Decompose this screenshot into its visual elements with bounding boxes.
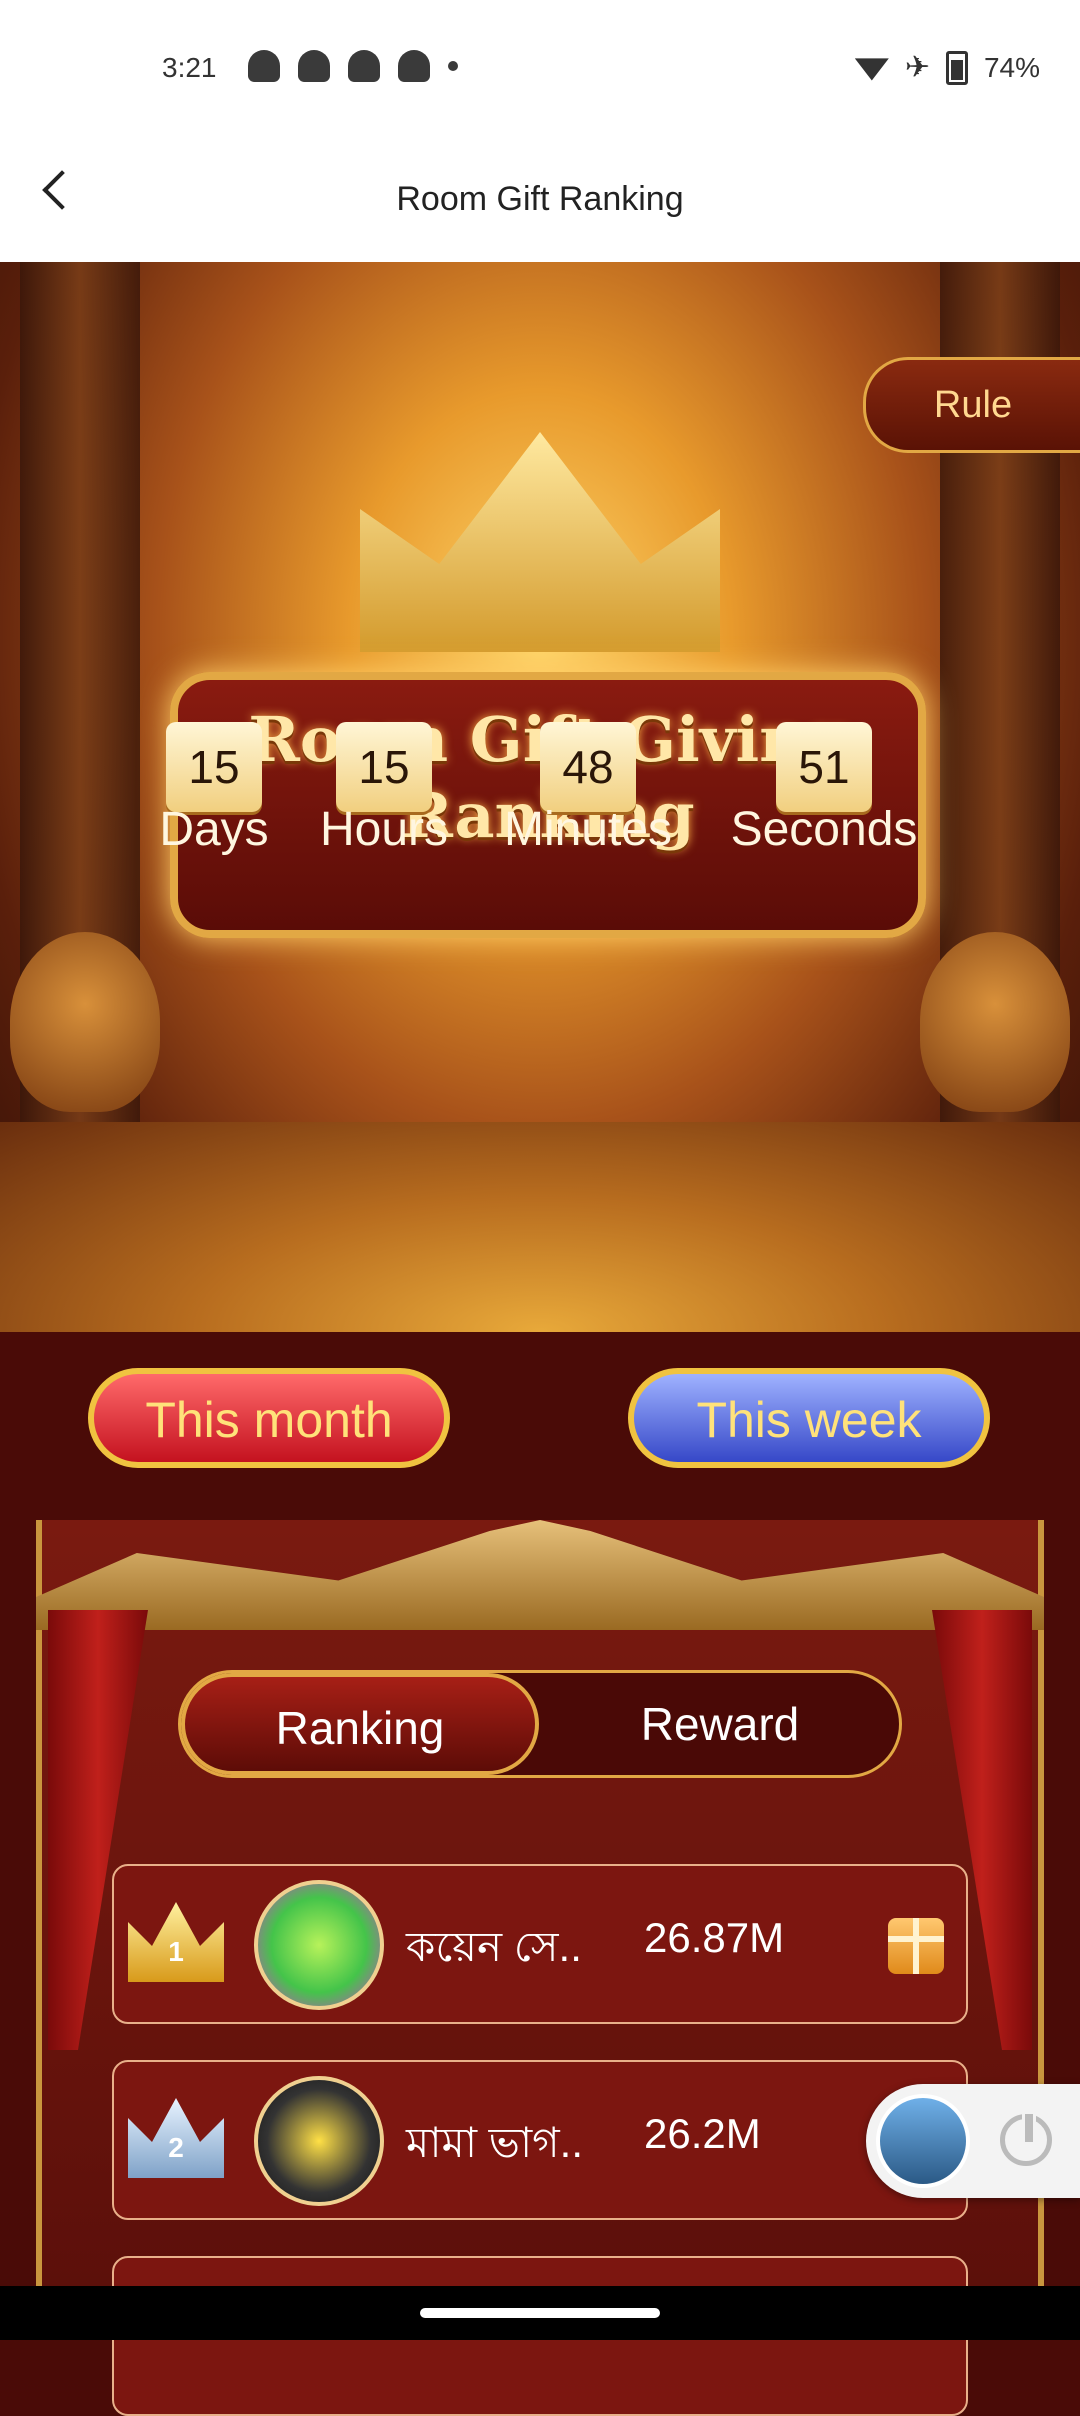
tab-ranking[interactable]: Ranking xyxy=(181,1673,539,1775)
gold-crown-icon: 1 xyxy=(128,1902,224,1982)
crown-decoration xyxy=(360,432,720,652)
floating-room-widget[interactable] xyxy=(866,2084,1080,2198)
page-title: Room Gift Ranking xyxy=(396,180,684,218)
hero-banner: Room Gift Giving Ranking Rule 15 15 48 5… xyxy=(0,262,1080,1332)
snapchat-icon xyxy=(248,50,280,82)
snapchat-icon xyxy=(398,50,430,82)
wifi-icon xyxy=(854,58,889,81)
app-header: Room Gift Ranking xyxy=(0,140,1080,262)
avatar[interactable] xyxy=(254,2076,384,2206)
countdown-minutes: 48 xyxy=(540,722,636,812)
system-icons: ✈ 74% xyxy=(854,50,1040,85)
avatar[interactable] xyxy=(254,1880,384,2010)
countdown-seconds: 51 xyxy=(776,722,872,812)
minutes-label: Minutes xyxy=(503,803,673,856)
ranking-row[interactable]: 1 কয়েন সে.. 26.87M xyxy=(112,1864,968,2024)
status-bar: 3:21 ✈ 74% xyxy=(0,0,1080,140)
home-gesture-handle[interactable] xyxy=(420,2308,660,2318)
countdown-hours: 15 xyxy=(336,722,432,812)
countdown-days: 15 xyxy=(166,722,262,812)
room-name: কয়েন সে.. xyxy=(406,1923,582,1970)
ranking-row[interactable]: 2 মামা ভাগ.. 26.2M xyxy=(112,2060,968,2220)
ranking-reward-tabs: Ranking Reward xyxy=(178,1670,902,1778)
gift-score: 26.2M xyxy=(644,2110,761,2157)
lion-statue-right xyxy=(920,932,1070,1112)
room-name: মামা ভাগ.. xyxy=(406,2119,584,2166)
lion-statue-left xyxy=(10,932,160,1112)
notification-icons xyxy=(248,50,458,82)
snapchat-icon xyxy=(298,50,330,82)
snapchat-icon xyxy=(348,50,380,82)
this-week-button[interactable]: This week xyxy=(628,1368,990,1468)
room-thumbnail[interactable] xyxy=(876,2094,970,2188)
hours-label: Hours xyxy=(319,803,449,856)
more-notifications-icon xyxy=(448,61,458,71)
gift-score: 26.87M xyxy=(644,1914,785,1961)
battery-percent: 74% xyxy=(983,51,1040,83)
rule-button[interactable]: Rule xyxy=(863,357,1080,453)
battery-icon xyxy=(945,50,968,85)
gift-icon[interactable] xyxy=(888,1918,944,1974)
silver-crown-icon: 2 xyxy=(128,2098,224,2178)
this-month-button[interactable]: This month xyxy=(88,1368,450,1468)
seconds-label: Seconds xyxy=(730,803,918,856)
status-time: 3:21 xyxy=(162,52,217,83)
tab-reward[interactable]: Reward xyxy=(541,1673,899,1775)
coin-pile xyxy=(0,1122,1080,1332)
airplane-icon: ✈ xyxy=(904,51,930,84)
power-icon[interactable] xyxy=(1000,2111,1052,2166)
